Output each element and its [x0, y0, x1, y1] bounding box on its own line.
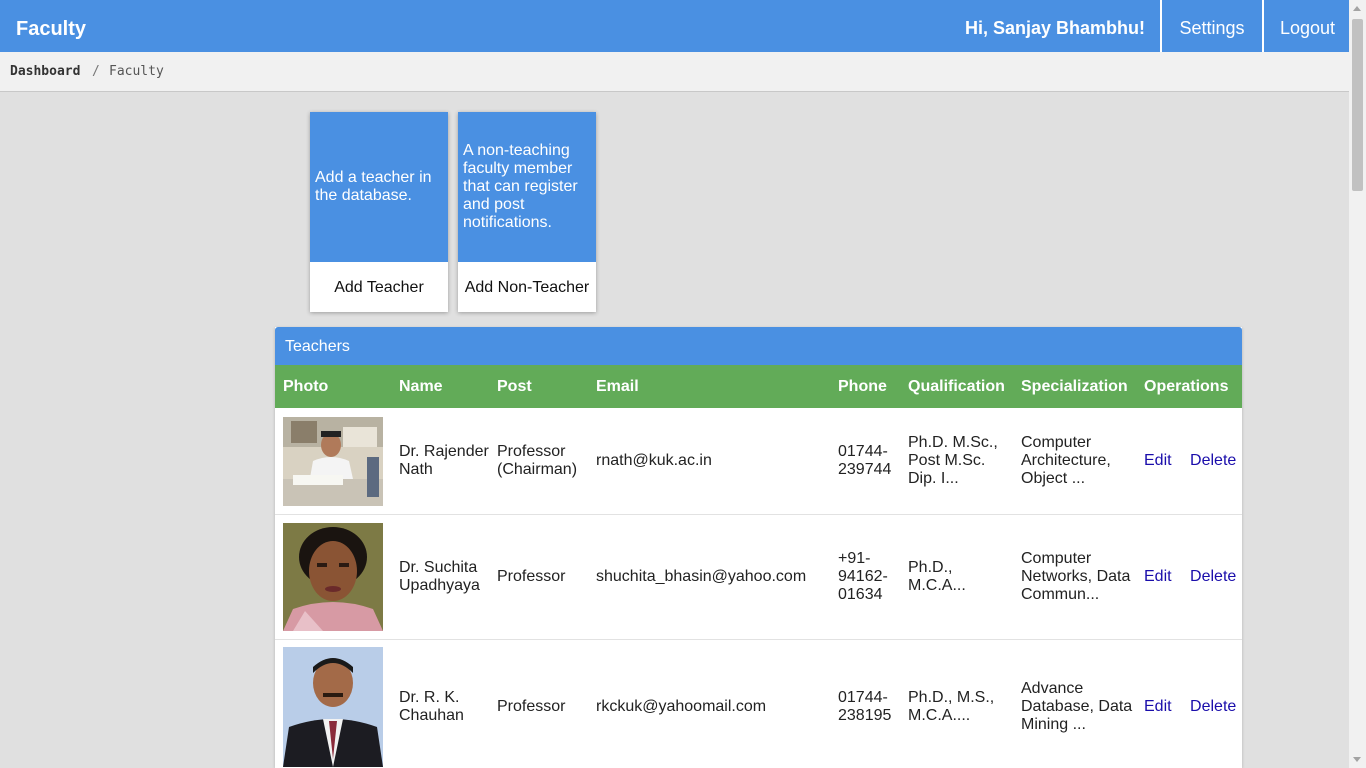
table-header-row: Photo Name Post Email Phone Qualificatio…	[275, 365, 1242, 408]
column-header-phone: Phone	[830, 365, 900, 408]
teacher-phone: 01744-239744	[830, 408, 900, 515]
teacher-name: Dr. R. K. Chauhan	[391, 639, 489, 768]
photo-cell	[275, 408, 391, 515]
operations-cell: Edit Delete	[1136, 639, 1242, 768]
teacher-photo	[283, 523, 383, 631]
delete-link[interactable]: Delete	[1190, 452, 1236, 469]
delete-link[interactable]: Delete	[1190, 568, 1236, 585]
breadcrumb-current: Faculty	[109, 64, 164, 79]
teachers-panel: Teachers Photo Name Post Email Phone Qua…	[275, 327, 1242, 768]
add-teacher-card: Add a teacher in the database. Add Teach…	[310, 112, 448, 312]
scroll-down-arrow-icon[interactable]	[1353, 757, 1361, 762]
teacher-name: Dr. Rajender Nath	[391, 408, 489, 515]
edit-link[interactable]: Edit	[1144, 452, 1172, 469]
column-header-email: Email	[588, 365, 830, 408]
add-teacher-button[interactable]: Add Teacher	[310, 262, 448, 312]
breadcrumb-dashboard-link[interactable]: Dashboard	[10, 52, 80, 92]
teacher-photo	[283, 647, 383, 767]
teacher-photo	[283, 416, 383, 506]
settings-button[interactable]: Settings	[1160, 0, 1262, 52]
add-non-teacher-card-description: A non-teaching faculty member that can r…	[458, 112, 596, 262]
scrollbar-thumb[interactable]	[1352, 19, 1363, 191]
teacher-email: shuchita_bhasin@yahoo.com	[588, 514, 830, 640]
delete-link[interactable]: Delete	[1190, 698, 1236, 715]
photo-cell	[275, 514, 391, 640]
teacher-phone: 01744-238195	[830, 639, 900, 768]
table-row: Dr. Suchita Upadhyaya Professor shuchita…	[275, 514, 1242, 640]
teacher-phone: +91-94162-01634	[830, 514, 900, 640]
teachers-panel-title: Teachers	[275, 327, 1242, 365]
add-non-teacher-card: A non-teaching faculty member that can r…	[458, 112, 596, 312]
teacher-specialization: Computer Architecture, Object ...	[1013, 408, 1136, 515]
teachers-table: Photo Name Post Email Phone Qualificatio…	[275, 365, 1242, 768]
operations-cell: Edit Delete	[1136, 408, 1242, 515]
logout-button[interactable]: Logout	[1262, 0, 1351, 52]
column-header-qualification: Qualification	[900, 365, 1013, 408]
teacher-specialization: Advance Database, Data Mining ...	[1013, 639, 1136, 768]
scroll-up-arrow-icon[interactable]	[1353, 6, 1361, 11]
add-teacher-card-description: Add a teacher in the database.	[310, 112, 448, 262]
breadcrumb: Dashboard / Faculty	[0, 52, 1349, 92]
add-teacher-card-text: Add a teacher in the database.	[315, 169, 432, 204]
teacher-qualification: Ph.D., M.C.A...	[900, 514, 1013, 640]
teacher-post: Professor (Chairman)	[489, 408, 588, 515]
column-header-post: Post	[489, 365, 588, 408]
brand-title[interactable]: Faculty	[16, 0, 86, 52]
teacher-email: rnath@kuk.ac.in	[588, 408, 830, 515]
operations-cell: Edit Delete	[1136, 514, 1242, 640]
photo-cell	[275, 639, 391, 768]
breadcrumb-separator: /	[92, 64, 100, 79]
column-header-operations: Operations	[1136, 365, 1242, 408]
teacher-post: Professor	[489, 639, 588, 768]
table-row: Dr. Rajender Nath Professor (Chairman) r…	[275, 408, 1242, 515]
page-scrollbar[interactable]	[1349, 0, 1366, 768]
add-non-teacher-card-text: A non-teaching faculty member that can r…	[463, 142, 578, 231]
column-header-photo: Photo	[275, 365, 391, 408]
teacher-qualification: Ph.D. M.Sc., Post M.Sc. Dip. I...	[900, 408, 1013, 515]
add-non-teacher-button[interactable]: Add Non-Teacher	[458, 262, 596, 312]
teacher-email: rkckuk@yahoomail.com	[588, 639, 830, 768]
teacher-name: Dr. Suchita Upadhyaya	[391, 514, 489, 640]
teacher-specialization: Computer Networks, Data Commun...	[1013, 514, 1136, 640]
teacher-qualification: Ph.D., M.S., M.C.A....	[900, 639, 1013, 768]
user-greeting: Hi, Sanjay Bhambhu!	[964, 18, 1145, 38]
edit-link[interactable]: Edit	[1144, 698, 1172, 715]
top-navbar: Faculty Hi, Sanjay Bhambhu! Settings Log…	[0, 0, 1349, 52]
column-header-specialization: Specialization	[1013, 365, 1136, 408]
teacher-post: Professor	[489, 514, 588, 640]
table-row: Dr. R. K. Chauhan Professor rkckuk@yahoo…	[275, 639, 1242, 768]
edit-link[interactable]: Edit	[1144, 568, 1172, 585]
column-header-name: Name	[391, 365, 489, 408]
